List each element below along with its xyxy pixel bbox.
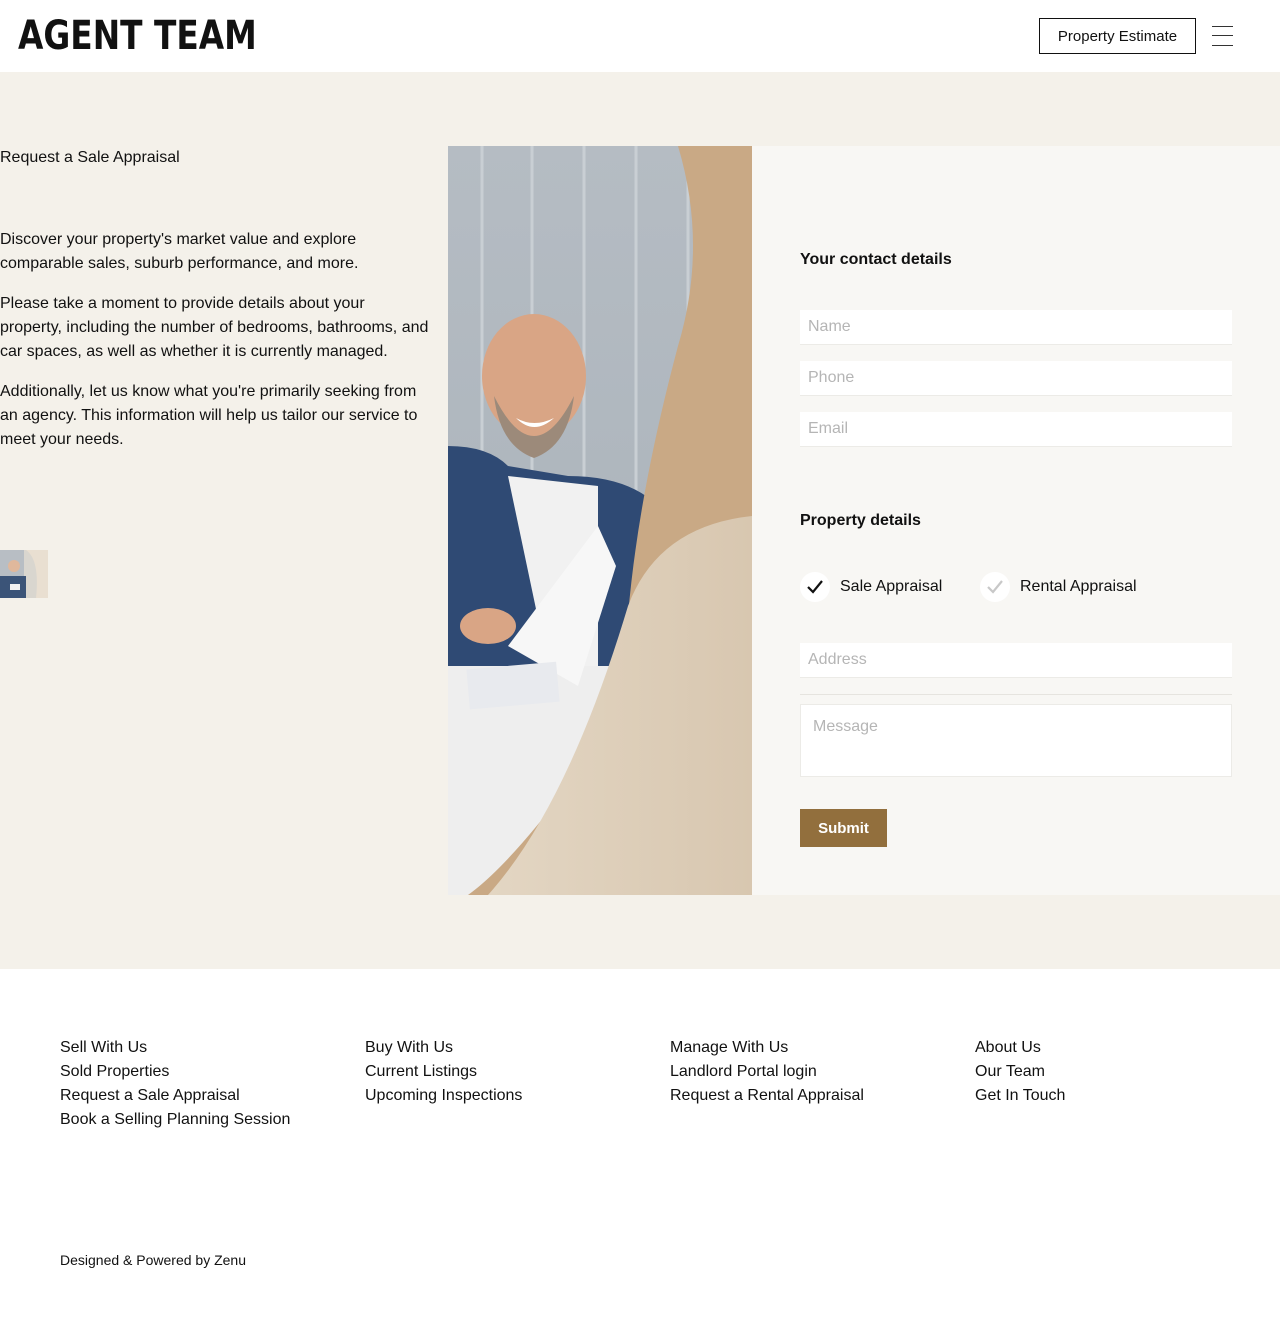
footer-link[interactable]: Buy With Us xyxy=(365,1036,522,1060)
menu-line xyxy=(1212,45,1233,46)
menu-line xyxy=(1212,26,1233,27)
footer-link[interactable]: Upcoming Inspections xyxy=(365,1084,522,1108)
footer-link[interactable]: Landlord Portal login xyxy=(670,1060,864,1084)
footer-column-about: About Us Our Team Get In Touch xyxy=(975,1036,1065,1108)
intro-paragraph: Discover your property's market value an… xyxy=(0,231,359,272)
footer-link[interactable]: Our Team xyxy=(975,1060,1065,1084)
footer-credit[interactable]: Designed & Powered by Zenu xyxy=(60,1252,246,1268)
footer-link[interactable]: Get In Touch xyxy=(975,1084,1065,1108)
intro-paragraph: Please take a moment to provide details … xyxy=(0,295,429,360)
page-title: Request a Sale Appraisal xyxy=(0,149,180,166)
footer-link[interactable]: Manage With Us xyxy=(670,1036,864,1060)
footer-link[interactable]: Book a Selling Planning Session xyxy=(60,1108,290,1132)
address-input[interactable] xyxy=(800,643,1232,678)
name-input[interactable] xyxy=(800,310,1232,345)
appraisal-form: Your contact details Property details Sa… xyxy=(752,146,1280,895)
footer-column-manage: Manage With Us Landlord Portal login Req… xyxy=(670,1036,864,1108)
message-textarea[interactable] xyxy=(800,704,1232,777)
sale-appraisal-option[interactable]: Sale Appraisal xyxy=(800,570,942,604)
footer-link[interactable]: Request a Rental Appraisal xyxy=(670,1084,864,1108)
hamburger-menu-icon[interactable] xyxy=(1210,24,1234,48)
intro-paragraph: Additionally, let us know what you're pr… xyxy=(0,383,418,448)
footer-column-buy: Buy With Us Current Listings Upcoming In… xyxy=(365,1036,522,1108)
footer-link[interactable]: About Us xyxy=(975,1036,1065,1060)
agent-meeting-photo xyxy=(448,146,752,895)
checkmark-icon[interactable] xyxy=(980,572,1010,602)
property-details-heading: Property details xyxy=(800,512,921,529)
phone-input[interactable] xyxy=(800,361,1232,396)
agent-thumbnail-image[interactable] xyxy=(0,550,48,598)
footer-link[interactable]: Current Listings xyxy=(365,1060,522,1084)
menu-line xyxy=(1212,35,1233,36)
rental-appraisal-option[interactable]: Rental Appraisal xyxy=(980,570,1137,604)
option-label: Sale Appraisal xyxy=(840,578,943,595)
site-header: AGENT TEAM Property Estimate xyxy=(0,0,1280,72)
intro-text: Discover your property's market value an… xyxy=(0,228,430,468)
submit-button[interactable]: Submit xyxy=(800,809,887,847)
footer-link[interactable]: Sell With Us xyxy=(60,1036,290,1060)
form-divider xyxy=(800,694,1232,695)
site-logo[interactable]: AGENT TEAM xyxy=(18,14,257,58)
property-estimate-button[interactable]: Property Estimate xyxy=(1039,18,1196,54)
checkmark-icon[interactable] xyxy=(800,572,830,602)
option-label: Rental Appraisal xyxy=(1020,578,1137,595)
footer-column-sell: Sell With Us Sold Properties Request a S… xyxy=(60,1036,290,1132)
contact-details-heading: Your contact details xyxy=(800,251,952,268)
footer-link[interactable]: Request a Sale Appraisal xyxy=(60,1084,290,1108)
footer-link[interactable]: Sold Properties xyxy=(60,1060,290,1084)
email-input[interactable] xyxy=(800,412,1232,447)
